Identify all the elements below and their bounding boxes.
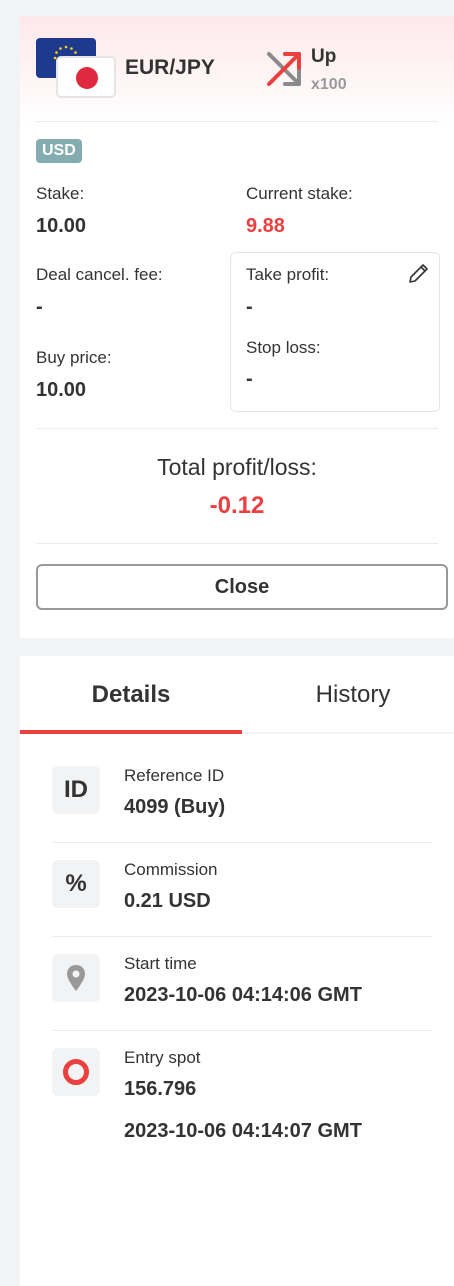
- deal-cancel-fee-value: -: [36, 296, 43, 318]
- stop-loss-label: Stop loss:: [246, 338, 321, 357]
- total-profit-loss-value: -0.12: [209, 492, 265, 519]
- tab-divider: [242, 732, 454, 734]
- start-time-value: 2023-10-06 04:14:06 GMT: [124, 984, 362, 1006]
- reference-id-value: 4099 (Buy): [124, 796, 226, 818]
- divider: [52, 842, 432, 843]
- contract-details-card: Details History ID Reference ID 4099 (Bu…: [20, 656, 454, 1286]
- divider: [36, 121, 438, 122]
- entry-spot-value: 156.796: [124, 1078, 197, 1100]
- take-profit-value: -: [246, 296, 253, 318]
- location-pin-icon: [52, 954, 100, 1002]
- trade-type: Up: [311, 46, 337, 67]
- total-profit-loss-label: Total profit/loss:: [157, 454, 317, 480]
- active-tab-indicator: [20, 730, 242, 734]
- multiplier: x100: [311, 76, 347, 93]
- divider: [52, 1030, 432, 1031]
- current-stake-label: Current stake:: [246, 184, 353, 203]
- take-profit-label: Take profit:: [246, 265, 330, 284]
- edit-icon[interactable]: [406, 260, 432, 286]
- commission-label: Commission: [124, 860, 218, 879]
- stop-loss-value: -: [246, 368, 253, 390]
- buy-price-value: 10.00: [36, 379, 87, 401]
- stake-label: Stake:: [36, 184, 85, 203]
- symbol-name: EUR/JPY: [125, 56, 215, 79]
- buy-price-label: Buy price:: [36, 348, 112, 367]
- stake-value: 10.00: [36, 215, 87, 237]
- start-time-label: Start time: [124, 954, 197, 973]
- entry-spot-label: Entry spot: [124, 1048, 201, 1067]
- deal-cancel-fee-label: Deal cancel. fee:: [36, 265, 163, 284]
- divider: [52, 936, 432, 937]
- entry-spot-time: 2023-10-06 04:14:07 GMT: [124, 1120, 362, 1142]
- close-button[interactable]: Close: [36, 564, 448, 610]
- divider: [36, 428, 438, 429]
- currency-badge: USD: [36, 139, 82, 163]
- jp-flag-icon: [56, 56, 116, 98]
- contract-summary-card: EUR/JPY Up x100 USD Stake: 10.00 Current…: [20, 16, 454, 638]
- divider: [36, 543, 438, 544]
- reference-id-label: Reference ID: [124, 766, 225, 785]
- current-stake-value: 9.88: [246, 215, 285, 237]
- entry-spot-icon: [52, 1048, 100, 1096]
- tab-history[interactable]: History: [242, 656, 454, 734]
- commission-value: 0.21 USD: [124, 890, 211, 912]
- tab-details[interactable]: Details: [20, 656, 242, 734]
- trade-up-icon: [267, 52, 301, 86]
- id-icon: ID: [52, 766, 100, 814]
- percent-icon: %: [52, 860, 100, 908]
